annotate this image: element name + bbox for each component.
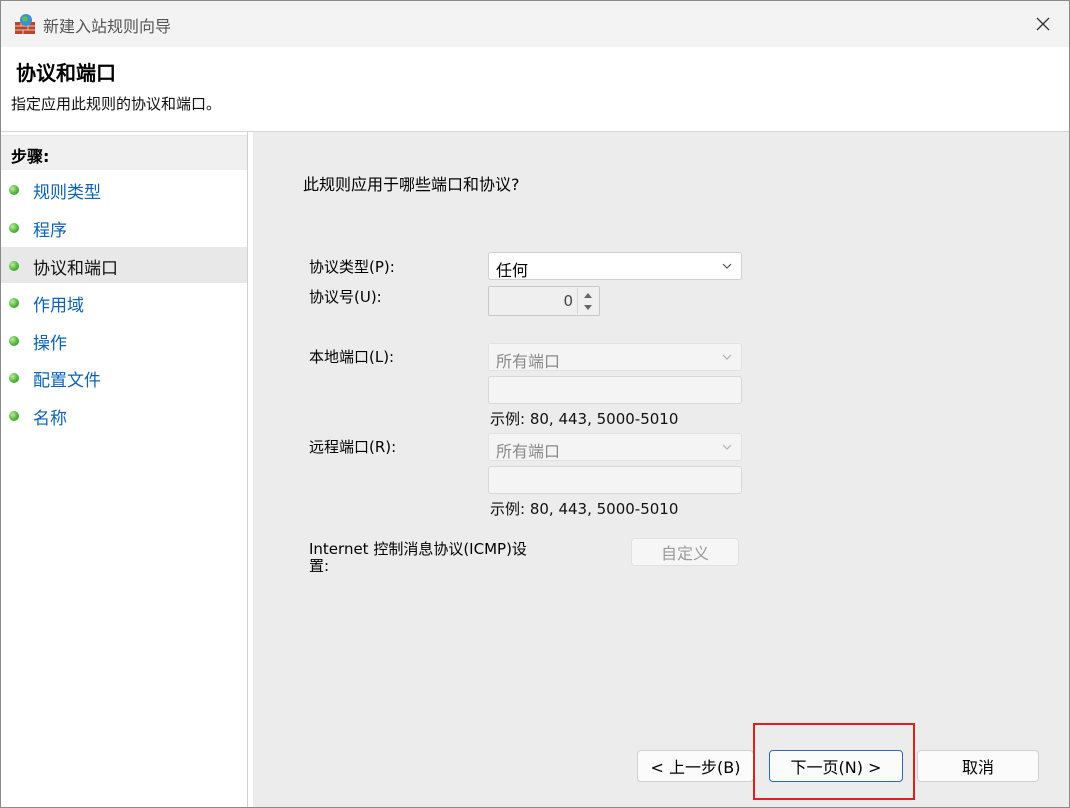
arrow-down-icon <box>584 304 592 310</box>
step-label: 配置文件 <box>33 371 101 391</box>
step-bullet-icon <box>9 261 19 271</box>
steps-panel: 步骤: 规则类型 程序 协议和端口 作用域 操作 配置文件 名称 <box>1 132 248 807</box>
local-port-example: 示例: 80, 443, 5000-5010 <box>490 410 679 428</box>
chevron-down-icon <box>722 263 732 269</box>
next-button[interactable]: 下一页(N) > <box>769 750 903 782</box>
step-bullet-icon <box>9 336 19 346</box>
icmp-settings-label: Internet 控制消息协议(ICMP)设 置: <box>309 540 527 575</box>
spin-buttons <box>577 288 598 314</box>
page-title: 协议和端口 <box>16 61 116 85</box>
wizard-window: 新建入站规则向导 协议和端口 指定应用此规则的协议和端口。 步骤: 规则类型 程… <box>0 0 1070 808</box>
page-subtitle: 指定应用此规则的协议和端口。 <box>11 95 222 113</box>
step-name[interactable]: 名称 <box>1 397 247 433</box>
step-program[interactable]: 程序 <box>1 209 247 245</box>
back-button[interactable]: < 上一步(B) <box>637 750 754 782</box>
step-bullet-icon <box>9 411 19 421</box>
step-label: 作用域 <box>33 296 84 316</box>
step-scope[interactable]: 作用域 <box>1 284 247 320</box>
main-content: 此规则应用于哪些端口和协议? 协议类型(P): 任何 协议号(U): 0 本地端… <box>253 132 1069 807</box>
chevron-down-icon <box>722 444 732 450</box>
step-profile[interactable]: 配置文件 <box>1 359 247 395</box>
local-port-label: 本地端口(L): <box>309 348 395 366</box>
cancel-button[interactable]: 取消 <box>917 750 1039 782</box>
remote-port-example: 示例: 80, 443, 5000-5010 <box>490 500 679 518</box>
protocol-type-label: 协议类型(P): <box>309 258 395 276</box>
step-label: 程序 <box>33 221 67 241</box>
step-label: 协议和端口 <box>33 259 118 279</box>
arrow-up-icon <box>584 292 592 298</box>
local-port-input[interactable] <box>488 376 742 404</box>
steps-heading: 步骤: <box>1 135 247 170</box>
title-bar: 新建入站规则向导 <box>1 1 1069 47</box>
step-label: 名称 <box>33 409 67 429</box>
protocol-number-label: 协议号(U): <box>309 288 382 306</box>
step-rule-type[interactable]: 规则类型 <box>1 171 247 207</box>
page-header: 协议和端口 指定应用此规则的协议和端口。 <box>1 47 1069 132</box>
window-title: 新建入站规则向导 <box>43 17 172 36</box>
step-bullet-icon <box>9 298 19 308</box>
step-label: 操作 <box>33 334 67 354</box>
step-bullet-icon <box>9 223 19 233</box>
firewall-icon <box>15 14 35 34</box>
step-label: 规则类型 <box>33 183 101 203</box>
chevron-down-icon <box>722 354 732 360</box>
remote-port-input[interactable] <box>488 466 742 494</box>
close-icon <box>1036 17 1050 31</box>
remote-port-select[interactable]: 所有端口 <box>488 433 742 461</box>
question-text: 此规则应用于哪些端口和协议? <box>303 175 520 194</box>
close-button[interactable] <box>1017 1 1069 47</box>
remote-port-label: 远程端口(R): <box>309 438 397 456</box>
step-bullet-icon <box>9 185 19 195</box>
protocol-number-stepper[interactable]: 0 <box>488 286 600 316</box>
spin-up-button[interactable] <box>578 288 598 301</box>
step-action[interactable]: 操作 <box>1 322 247 358</box>
step-protocol-and-ports[interactable]: 协议和端口 <box>1 247 247 283</box>
customize-icmp-button[interactable]: 自定义 <box>631 538 739 566</box>
local-port-select[interactable]: 所有端口 <box>488 343 742 371</box>
spin-down-button[interactable] <box>578 301 598 314</box>
step-bullet-icon <box>9 373 19 383</box>
protocol-type-select[interactable]: 任何 <box>488 252 742 280</box>
